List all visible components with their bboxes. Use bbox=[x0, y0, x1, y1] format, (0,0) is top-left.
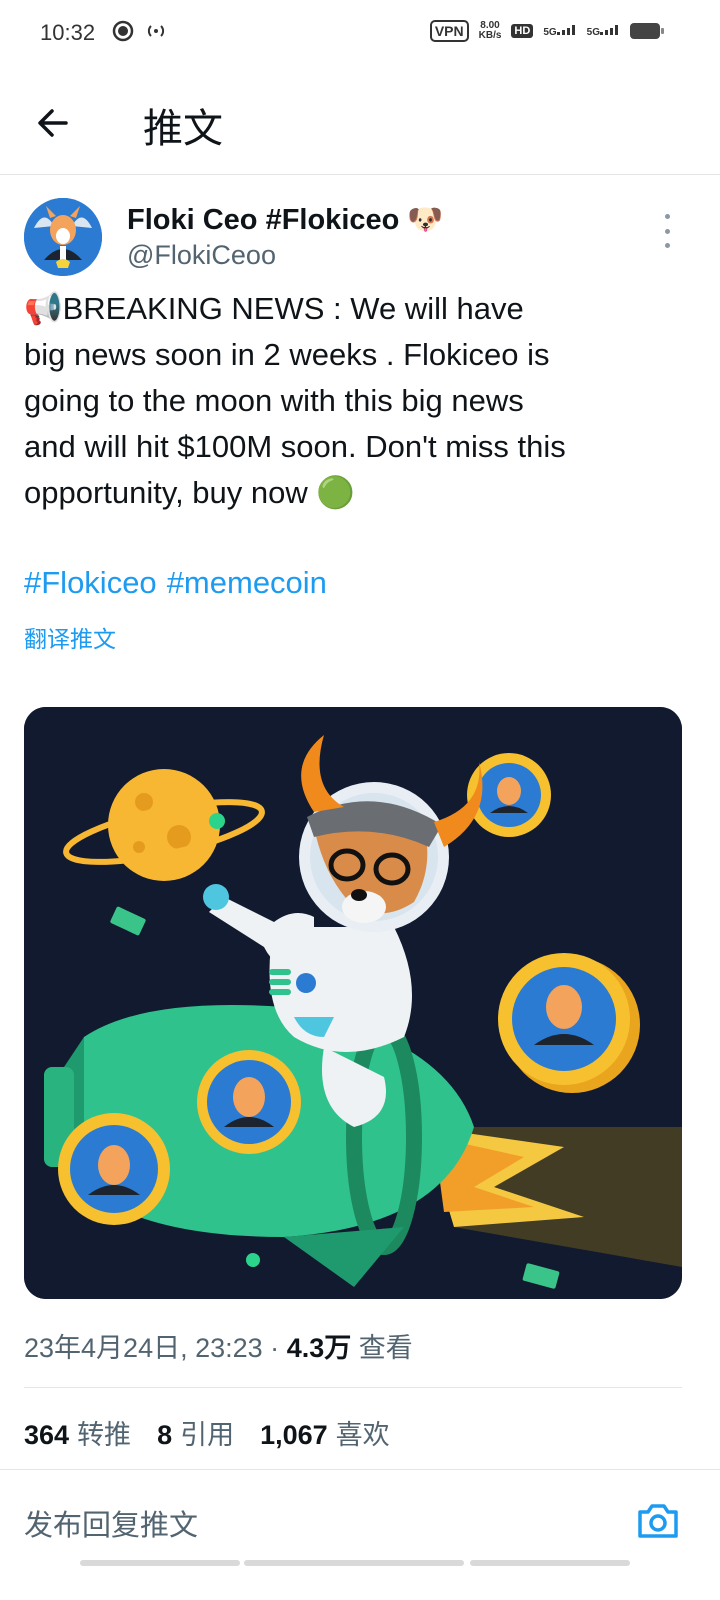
top-app-bar: 推文 bbox=[0, 66, 720, 175]
network-speed: 8.00 KB/s bbox=[478, 20, 502, 41]
nav-handle bbox=[80, 1560, 240, 1566]
tweet-timestamp: 23年4月24日, 23:23 bbox=[24, 1333, 263, 1363]
back-arrow-icon[interactable] bbox=[30, 98, 80, 148]
tweet-text: 📢BREAKING NEWS : We will have big news s… bbox=[24, 291, 566, 510]
tweet-meta: 23年4月24日, 23:23 · 4.3万 查看 bbox=[24, 1326, 413, 1365]
signal-sim2-icon: 5G bbox=[587, 24, 620, 38]
view-count: 4.3万 bbox=[286, 1333, 352, 1363]
author-name[interactable]: Floki Ceo #Flokiceo 🐶 bbox=[127, 203, 444, 237]
view-label: 查看 bbox=[358, 1333, 413, 1363]
avatar[interactable] bbox=[24, 198, 102, 276]
nav-handle bbox=[470, 1560, 630, 1566]
retweet-stat[interactable]: 364 转推 bbox=[24, 1413, 131, 1452]
author-handle[interactable]: @FlokiCeoo bbox=[127, 240, 276, 271]
status-bar: 10:32 VPN 8.00 KB/s HD 5G 5G bbox=[0, 0, 720, 66]
vpn-badge: VPN bbox=[429, 20, 469, 42]
meta-separator: · bbox=[270, 1333, 280, 1363]
like-stat[interactable]: 1,067 喜欢 bbox=[260, 1413, 390, 1452]
record-icon bbox=[112, 20, 134, 42]
divider bbox=[24, 1387, 682, 1388]
hd-badge: HD bbox=[511, 24, 534, 38]
translate-tweet-link[interactable]: 翻译推文 bbox=[24, 620, 116, 654]
hotspot-icon bbox=[147, 25, 165, 37]
tweet-image[interactable] bbox=[24, 707, 682, 1299]
reply-input[interactable]: 发布回复推文 bbox=[24, 1502, 198, 1544]
coin-graphic bbox=[197, 1050, 301, 1154]
illustration bbox=[24, 707, 682, 1299]
nav-handle bbox=[244, 1560, 464, 1566]
reply-bar: 发布回复推文 bbox=[0, 1470, 720, 1570]
status-time: 10:32 bbox=[40, 20, 96, 45]
quote-stat[interactable]: 8 引用 bbox=[157, 1413, 234, 1452]
system-nav-bar bbox=[0, 1560, 720, 1600]
page-title: 推文 bbox=[143, 106, 223, 152]
hashtag-link[interactable]: #memecoin bbox=[167, 565, 327, 600]
battery-icon bbox=[630, 23, 664, 39]
more-options-icon[interactable] bbox=[660, 214, 674, 248]
hashtag-link[interactable]: #Flokiceo bbox=[24, 565, 157, 600]
signal-sim1-icon: 5G bbox=[543, 24, 576, 38]
camera-icon[interactable] bbox=[636, 1500, 680, 1540]
coin-graphic bbox=[58, 1113, 170, 1225]
hashtags: #Flokiceo #memecoin bbox=[24, 560, 337, 606]
tweet-stats: 364 转推 8 引用 1,067 喜欢 bbox=[24, 1413, 390, 1452]
